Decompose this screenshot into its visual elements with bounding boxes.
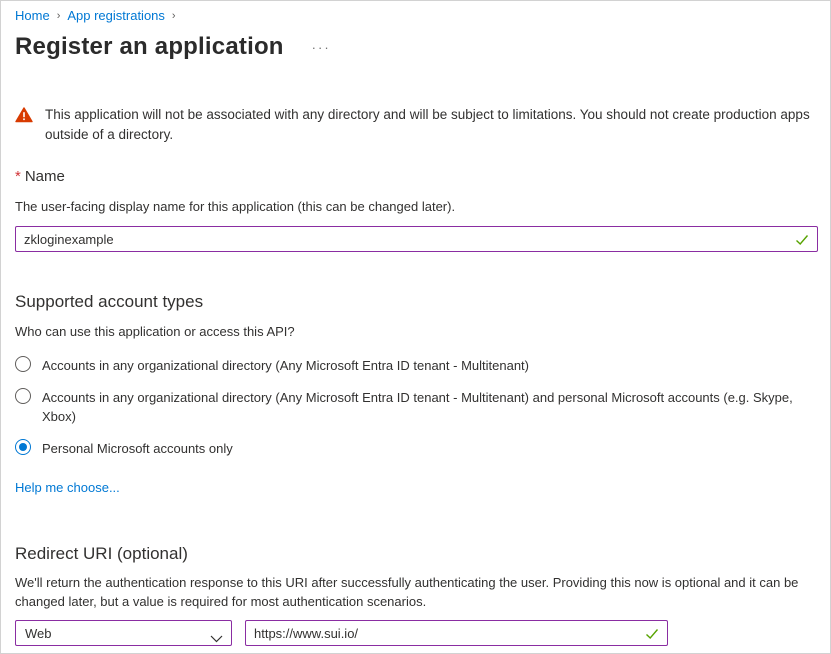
account-types-radio-group: Accounts in any organizational directory…	[15, 356, 816, 458]
name-input[interactable]	[15, 226, 818, 252]
radio-button-unselected[interactable]	[15, 356, 31, 372]
radio-button-selected[interactable]	[15, 439, 31, 455]
radio-option-label: Accounts in any organizational directory…	[42, 388, 794, 426]
redirect-uri-heading: Redirect URI (optional)	[15, 544, 816, 564]
redirect-uri-input[interactable]	[245, 620, 668, 646]
radio-option-multitenant[interactable]: Accounts in any organizational directory…	[15, 356, 816, 375]
radio-option-label: Accounts in any organizational directory…	[42, 356, 529, 375]
warning-banner: This application will not be associated …	[15, 105, 815, 145]
name-field-label-row: *Name	[15, 168, 816, 185]
breadcrumb-separator: ›	[57, 10, 61, 22]
redirect-uri-description: We'll return the authentication response…	[15, 573, 815, 611]
uri-input-wrap	[245, 620, 668, 646]
name-field-label: Name	[25, 168, 65, 185]
warning-triangle-icon	[15, 107, 33, 128]
register-application-page: Home › App registrations › Register an a…	[0, 0, 831, 654]
account-types-question: Who can use this application or access t…	[15, 324, 816, 339]
more-options-ellipsis-icon[interactable]: ···	[312, 40, 331, 55]
warning-text: This application will not be associated …	[45, 105, 815, 145]
breadcrumb: Home › App registrations ›	[15, 1, 816, 23]
name-input-wrap	[15, 226, 818, 252]
radio-button-unselected[interactable]	[15, 388, 31, 404]
supported-account-types-heading: Supported account types	[15, 292, 816, 312]
platform-select-value: Web	[25, 626, 52, 641]
breadcrumb-home-link[interactable]: Home	[15, 8, 50, 23]
redirect-uri-row: Web	[15, 620, 816, 646]
page-title: Register an application	[15, 33, 284, 61]
help-me-choose-link[interactable]: Help me choose...	[15, 480, 120, 495]
name-field-description: The user-facing display name for this ap…	[15, 199, 816, 214]
platform-select-wrap: Web	[15, 620, 232, 646]
title-row: Register an application ···	[15, 33, 816, 61]
radio-option-multitenant-personal[interactable]: Accounts in any organizational directory…	[15, 388, 816, 426]
breadcrumb-app-registrations-link[interactable]: App registrations	[67, 8, 165, 23]
radio-option-personal-only[interactable]: Personal Microsoft accounts only	[15, 439, 816, 458]
required-asterisk: *	[15, 168, 21, 185]
valid-checkmark-icon	[795, 233, 809, 251]
radio-option-label: Personal Microsoft accounts only	[42, 439, 233, 458]
platform-select[interactable]: Web	[15, 620, 232, 646]
valid-checkmark-icon	[645, 627, 659, 645]
breadcrumb-separator: ›	[172, 10, 176, 22]
